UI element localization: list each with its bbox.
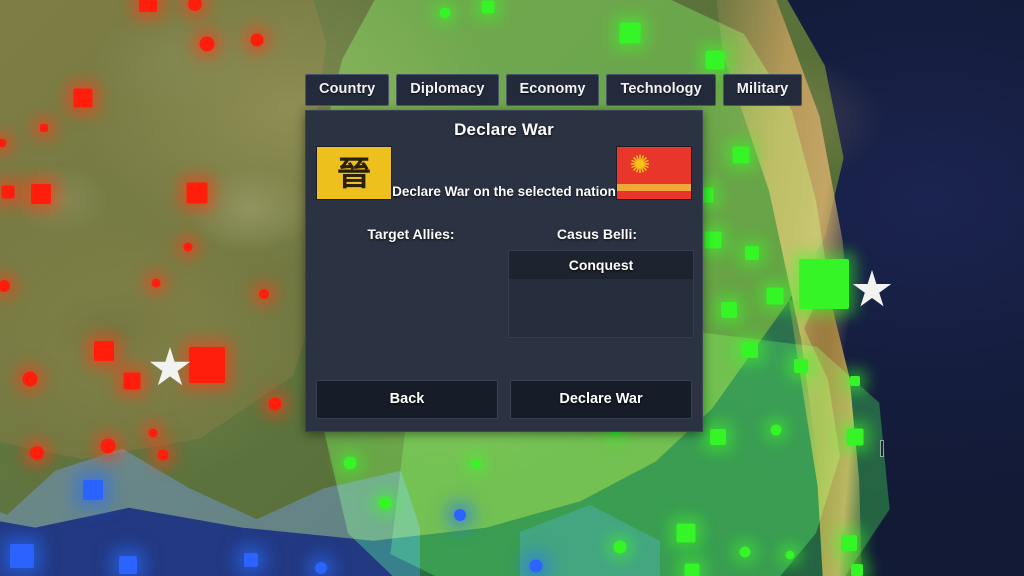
map-marker-red[interactable] (259, 289, 269, 299)
map-marker-green[interactable] (794, 359, 808, 373)
map-marker-green[interactable] (739, 546, 751, 558)
tab-economy[interactable]: Economy (505, 74, 600, 106)
tab-technology[interactable]: Technology (606, 74, 716, 106)
map-marker-green[interactable] (439, 7, 451, 19)
map-marker-red[interactable] (139, 0, 157, 12)
map-marker-red[interactable] (40, 124, 48, 132)
flags-row: 晉 Declare War on the selected nation ✺ (306, 146, 702, 208)
map-marker-blue[interactable] (10, 544, 34, 568)
map-marker-red[interactable] (94, 341, 114, 361)
map-marker-red[interactable] (73, 88, 93, 108)
dialog-button-row: Back Declare War (316, 380, 692, 419)
map-marker-blue[interactable] (83, 480, 103, 500)
map-marker-red[interactable] (250, 33, 264, 47)
map-marker-green[interactable] (841, 535, 857, 551)
dialog-columns: Target Allies: Casus Belli: Conquest (306, 226, 702, 340)
defender-flag-emblem-icon: ✺ (629, 151, 651, 179)
map-marker-green[interactable] (732, 146, 750, 164)
target-allies-list[interactable] (318, 250, 504, 340)
target-allies-column: Target Allies: (318, 226, 504, 340)
map-marker-red[interactable] (100, 438, 116, 454)
map-marker-green[interactable] (766, 287, 784, 305)
map-marker-green[interactable] (846, 428, 864, 446)
casus-belli-item[interactable]: Conquest (509, 251, 693, 279)
game-screen: Country Diplomacy Economy Technology Militar… (0, 0, 1024, 576)
tab-diplomacy[interactable]: Diplomacy (396, 74, 499, 106)
map-marker-red[interactable] (151, 278, 161, 288)
map-marker-green[interactable] (721, 302, 737, 318)
map-marker-green[interactable] (619, 22, 641, 44)
map-marker-green[interactable] (613, 540, 627, 554)
map-marker-green[interactable] (378, 496, 392, 510)
map-marker-red[interactable] (183, 242, 193, 252)
map-marker-green[interactable] (851, 564, 863, 576)
map-marker-red[interactable] (199, 36, 215, 52)
back-button[interactable]: Back (316, 380, 498, 419)
tab-country[interactable]: Country (305, 74, 390, 106)
map-marker-blue[interactable] (454, 509, 466, 521)
map-marker-red[interactable] (1, 185, 15, 199)
map-marker-green[interactable] (704, 231, 722, 249)
map-marker-green[interactable] (710, 429, 726, 445)
map-marker-green[interactable] (343, 456, 357, 470)
map-marker-red[interactable] (22, 371, 38, 387)
map-marker-red[interactable] (186, 182, 208, 204)
map-marker-green[interactable] (676, 523, 696, 543)
defender-flag-stripe (617, 184, 691, 191)
main-tab-bar: Country Diplomacy Economy Technology Militar… (305, 74, 803, 106)
casus-belli-column: Casus Belli: Conquest (504, 226, 694, 340)
map-marker-red[interactable] (30, 446, 44, 460)
map-marker-blue[interactable] (315, 562, 327, 574)
map-marker-green[interactable] (705, 50, 725, 70)
map-marker-blue[interactable] (529, 559, 543, 573)
map-marker-red[interactable] (268, 397, 282, 411)
map-marker-green[interactable] (742, 342, 758, 358)
target-allies-heading: Target Allies: (367, 226, 455, 242)
declare-war-button[interactable]: Declare War (510, 380, 692, 419)
map-marker-green[interactable] (850, 376, 860, 386)
map-marker-blue[interactable] (244, 553, 258, 567)
map-marker-green[interactable] (684, 563, 700, 576)
map-marker-green[interactable] (745, 246, 759, 260)
casus-belli-heading: Casus Belli: (556, 226, 638, 242)
map-marker-red[interactable] (123, 372, 141, 390)
casus-belli-list[interactable]: Conquest (508, 250, 694, 338)
map-marker-green[interactable] (799, 259, 849, 309)
map-marker-green[interactable] (770, 424, 782, 436)
map-marker-green[interactable] (785, 550, 795, 560)
map-marker-green[interactable] (471, 459, 481, 469)
declare-war-dialog: Declare War 晉 Declare War on the selecte… (305, 110, 703, 432)
map-marker-red[interactable] (189, 347, 225, 383)
map-marker-green[interactable] (481, 0, 495, 14)
tab-military[interactable]: Military (722, 74, 803, 106)
map-marker-red[interactable] (148, 428, 158, 438)
map-marker-red[interactable] (157, 449, 169, 461)
defender-flag: ✺ (616, 146, 692, 200)
map-marker-blue[interactable] (119, 556, 137, 574)
map-marker-red[interactable] (31, 184, 51, 204)
dialog-title: Declare War (454, 120, 554, 139)
